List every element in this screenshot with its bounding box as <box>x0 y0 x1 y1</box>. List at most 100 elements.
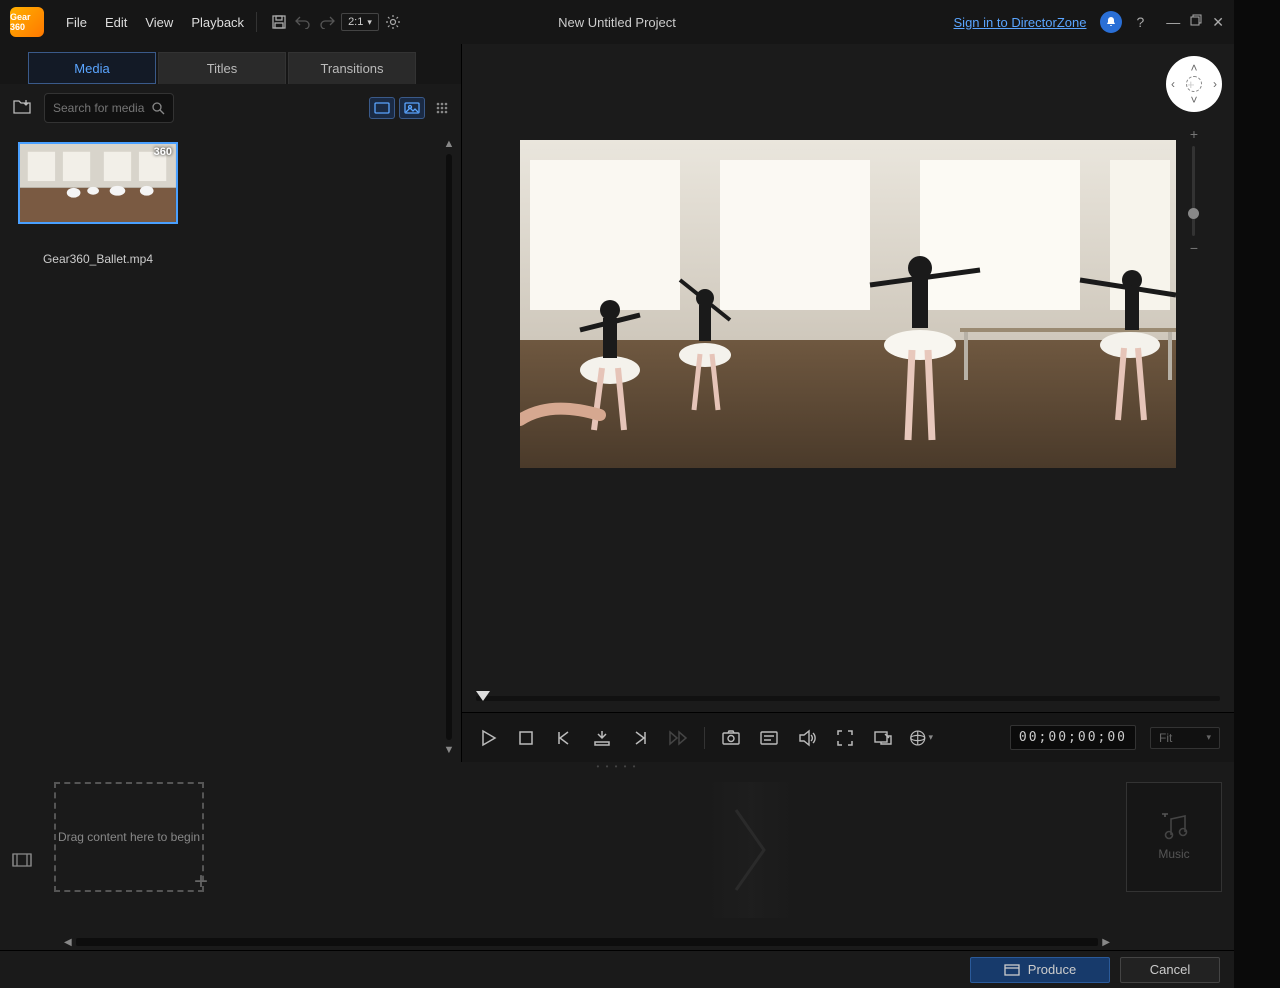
chevron-down-icon: ▾ <box>1206 732 1211 743</box>
media-item-label: Gear360_Ballet.mp4 <box>18 252 178 266</box>
signin-link[interactable]: Sign in to DirectorZone <box>954 15 1087 30</box>
view-photo-toggle[interactable] <box>399 97 425 119</box>
search-box[interactable] <box>44 93 174 123</box>
preview-video[interactable] <box>520 140 1176 468</box>
hscroll-left-icon[interactable]: ◀ <box>60 937 76 948</box>
seek-bar[interactable] <box>462 684 1234 712</box>
library-tabs: Media Titles Transitions <box>0 44 461 84</box>
nav-up-icon[interactable]: ˄ <box>1190 61 1197 75</box>
left-panel: Media Titles Transitions <box>0 44 462 762</box>
panel-resize-handle[interactable]: • • • • • <box>0 762 1234 770</box>
search-icon[interactable] <box>151 101 165 115</box>
zoom-out-icon[interactable]: − <box>1190 240 1198 256</box>
add-clip-icon[interactable]: + <box>194 868 208 896</box>
redo-icon <box>317 12 337 32</box>
zoom-handle[interactable] <box>1188 208 1199 219</box>
timeline-strip[interactable]: Drag content here to begin + <box>54 782 1114 938</box>
fullscreen-icon[interactable] <box>833 726 857 750</box>
zoom-in-icon[interactable]: + <box>1190 126 1198 142</box>
media-item[interactable]: 360 Gear360_Ballet.mp4 <box>18 142 178 266</box>
360-nav-control[interactable]: ˄ ˅ › ‹ + <box>1166 56 1222 112</box>
notifications-icon[interactable] <box>1100 11 1122 33</box>
playback-controls: ▾ 00;00;00;00 Fit ▾ <box>462 712 1234 762</box>
fit-label: Fit <box>1159 731 1172 745</box>
view-video-toggle[interactable] <box>369 97 395 119</box>
timecode-display[interactable]: 00;00;00;00 <box>1010 725 1136 750</box>
zoom-track[interactable] <box>1192 146 1195 236</box>
play-icon[interactable] <box>476 726 500 750</box>
menu-file[interactable]: File <box>66 15 87 30</box>
timeline-hscrollbar[interactable]: ◀ ▶ <box>60 936 1114 948</box>
seek-track[interactable] <box>476 696 1220 701</box>
menu-view[interactable]: View <box>145 15 173 30</box>
snapshot-icon[interactable] <box>719 726 743 750</box>
stop-icon[interactable] <box>514 726 538 750</box>
view-toggles <box>369 97 449 119</box>
footer-bar: Produce Cancel <box>0 950 1234 988</box>
chevron-down-icon: ▾ <box>367 17 372 28</box>
scroll-up-icon[interactable]: ▲ <box>441 138 457 150</box>
timeline-track-icon[interactable] <box>12 782 42 938</box>
menu-bar: Gear 360 File Edit View Playback 2:1 ▾ N… <box>0 0 1234 44</box>
tab-media[interactable]: Media <box>28 52 156 84</box>
menu-edit[interactable]: Edit <box>105 15 127 30</box>
scroll-down-icon[interactable]: ▼ <box>441 744 457 756</box>
undo-icon <box>293 12 313 32</box>
timeline-drop-zone[interactable]: Drag content here to begin + <box>54 782 204 892</box>
settings-icon[interactable] <box>383 12 403 32</box>
tab-transitions[interactable]: Transitions <box>288 52 416 84</box>
timeline-area: Drag content here to begin + Music ◀ ▶ <box>0 770 1234 950</box>
seek-handle[interactable] <box>476 691 490 701</box>
music-label: Music <box>1158 847 1189 861</box>
hscroll-right-icon[interactable]: ▶ <box>1098 937 1114 948</box>
preview-panel: ˄ ˅ › ‹ + + − <box>462 44 1234 762</box>
tab-titles[interactable]: Titles <box>158 52 286 84</box>
preview-stage: ˄ ˅ › ‹ + + − <box>462 44 1234 684</box>
library-scrollbar[interactable]: ▲ ▼ <box>441 138 457 756</box>
import-media-icon[interactable] <box>12 97 34 119</box>
split-icon[interactable] <box>590 726 614 750</box>
timeline-chevron-decoration <box>706 782 796 918</box>
produce-button[interactable]: Produce <box>970 957 1110 983</box>
dock-undock-icon[interactable] <box>871 726 895 750</box>
aspect-ratio-dropdown[interactable]: 2:1 ▾ <box>341 13 379 31</box>
search-input[interactable] <box>53 101 145 115</box>
fast-forward-icon <box>666 726 690 750</box>
media-thumbnail[interactable]: 360 <box>18 142 178 224</box>
maximize-icon[interactable] <box>1190 14 1202 31</box>
nav-left-icon[interactable]: ‹ <box>1171 77 1175 91</box>
add-music-slot[interactable]: Music <box>1126 782 1222 892</box>
cancel-button[interactable]: Cancel <box>1120 957 1220 983</box>
media-toolbar <box>0 84 461 132</box>
topbar-right: Sign in to DirectorZone ? — ✕ <box>954 11 1224 33</box>
360-mode-icon[interactable]: ▾ <box>909 726 933 750</box>
media-library: 360 Gear360_Ballet.mp4 ▲ ▼ <box>0 132 461 762</box>
zoom-slider[interactable]: + − <box>1190 126 1198 256</box>
aspect-ratio-label: 2:1 <box>348 16 363 28</box>
drop-hint-label: Drag content here to begin <box>58 830 200 844</box>
close-icon[interactable]: ✕ <box>1212 14 1224 31</box>
menu-playback[interactable]: Playback <box>191 15 244 30</box>
nav-right-icon[interactable]: › <box>1213 77 1217 91</box>
caption-icon[interactable] <box>757 726 781 750</box>
zoom-fit-dropdown[interactable]: Fit ▾ <box>1150 727 1220 749</box>
scroll-track[interactable] <box>446 154 452 740</box>
prev-frame-icon[interactable] <box>552 726 576 750</box>
minimize-icon[interactable]: — <box>1166 14 1180 31</box>
nav-down-icon[interactable]: ˅ <box>1190 93 1197 107</box>
volume-icon[interactable] <box>795 726 819 750</box>
app-logo: Gear 360 <box>10 7 44 37</box>
save-icon[interactable] <box>269 12 289 32</box>
nav-center-icon[interactable]: + <box>1186 76 1202 92</box>
main-area: Media Titles Transitions <box>0 44 1234 762</box>
menu-items: File Edit View Playback <box>66 15 244 30</box>
library-options-icon[interactable] <box>435 101 449 115</box>
help-icon[interactable]: ? <box>1136 14 1144 30</box>
badge-360: 360 <box>154 146 172 158</box>
separator <box>704 727 705 749</box>
next-frame-icon[interactable] <box>628 726 652 750</box>
produce-label: Produce <box>1028 962 1076 977</box>
hscroll-track[interactable] <box>76 938 1099 946</box>
separator <box>256 12 257 32</box>
window-controls: — ✕ <box>1166 14 1224 31</box>
